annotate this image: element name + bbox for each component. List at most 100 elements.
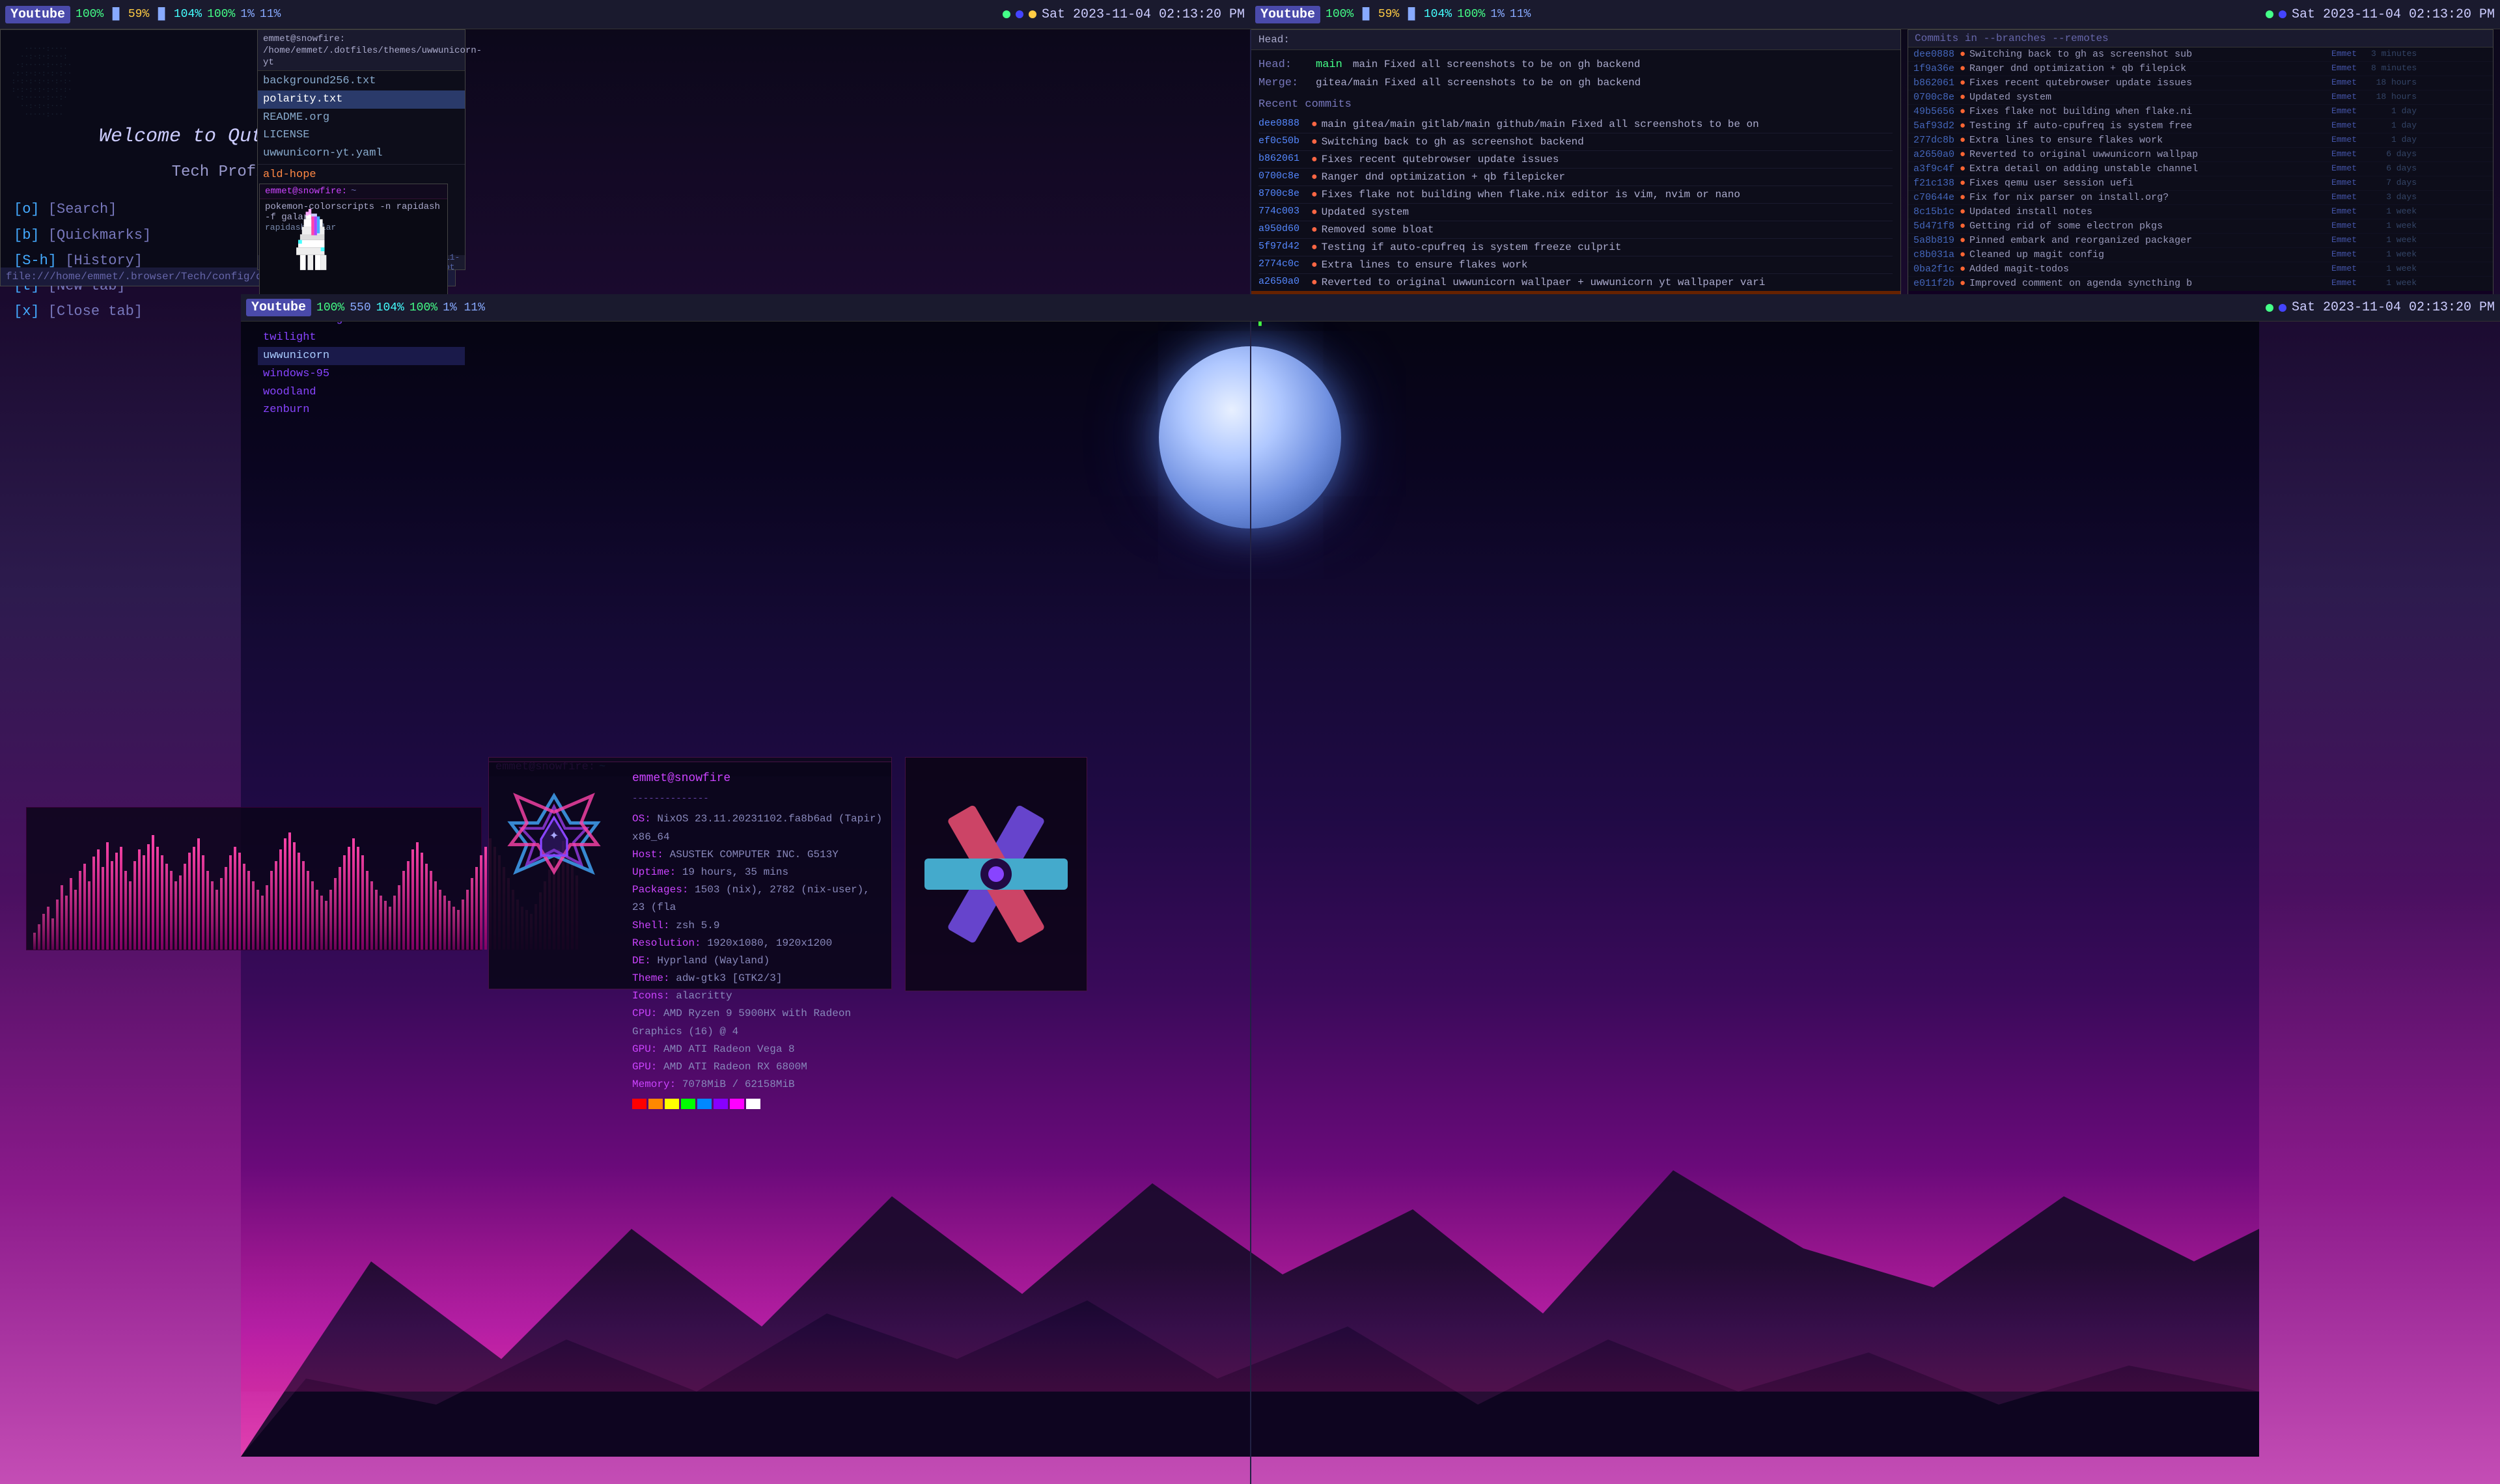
color-block-6 bbox=[714, 1099, 728, 1109]
waveform-bar-66 bbox=[334, 878, 337, 950]
stat-net: 100% bbox=[207, 8, 235, 21]
waveform-bar-48 bbox=[252, 881, 255, 950]
dir-windows95[interactable]: windows-95 bbox=[258, 365, 465, 383]
magit-commit-2: 1f9a36e ● Ranger dnd optimization + qb f… bbox=[1908, 62, 2493, 76]
hypr-logo-window bbox=[905, 757, 1087, 991]
topbar-right-right: Sat 2023-11-04 02:13:20 PM bbox=[2266, 7, 2495, 22]
tag-youtube-right[interactable]: Youtube bbox=[1255, 6, 1320, 23]
magit-commit-11: c70644e ● Fix for nix parser on install.… bbox=[1908, 191, 2493, 205]
filebrowser-path: emmet@snowfire: /home/emmet/.dotfiles/th… bbox=[263, 34, 482, 68]
topbar-right: Youtube 100% ▐▌ 59% ▐▌ 104% 100% 1% 11% … bbox=[1250, 0, 2500, 29]
waveform-bar-35 bbox=[193, 847, 195, 950]
tag-label-right: Youtube bbox=[1260, 7, 1315, 22]
magit-commit-5: 49b5656 ● Fixes flake not building when … bbox=[1908, 105, 2493, 119]
waveform-bar-71 bbox=[357, 847, 359, 950]
indicator-r1 bbox=[2266, 10, 2273, 18]
git-head-label: Head: bbox=[1258, 57, 1311, 74]
git-commit-5: 8700c8e ● Fixes flake not building when … bbox=[1258, 186, 1893, 204]
file-background256[interactable]: background256.txt bbox=[258, 72, 465, 90]
waveform-bar-82 bbox=[407, 861, 410, 950]
waveform-bar-51 bbox=[266, 885, 268, 950]
magit-commit-1: dee0888 ● Switching back to gh as screen… bbox=[1908, 48, 2493, 62]
magit-log-list: dee0888 ● Switching back to gh as screen… bbox=[1908, 48, 2493, 288]
waveform-bar-49 bbox=[257, 890, 259, 950]
waveform-bar-95 bbox=[466, 890, 469, 950]
waveform-bar-39 bbox=[211, 881, 214, 950]
waveform-bar-9 bbox=[74, 890, 77, 950]
neofetch-username: emmet@snowfire bbox=[632, 769, 885, 789]
stat-bar1-r: ▐▌ bbox=[1359, 8, 1373, 21]
file-license[interactable]: LICENSE bbox=[258, 126, 465, 144]
dir-woodland[interactable]: woodland bbox=[258, 383, 465, 402]
waveform-bar-91 bbox=[448, 901, 451, 950]
waveform-bar-1 bbox=[38, 924, 40, 950]
nf-uptime: Uptime: 19 hours, 35 mins bbox=[632, 864, 885, 881]
waveform-bar-6 bbox=[61, 885, 63, 950]
waveform-bar-12 bbox=[88, 881, 90, 950]
git-commit-9: 2774c0c ● Extra lines to ensure flakes w… bbox=[1258, 256, 1893, 274]
waveform-bar-65 bbox=[329, 890, 332, 950]
bottom-topbar-right: Sat 2023-11-04 02:13:20 PM bbox=[2266, 300, 2495, 315]
git-title: Head: bbox=[1251, 30, 1298, 49]
pokemon-sprite bbox=[273, 225, 447, 297]
nf-memory: Memory: 7078MiB / 62158MiB bbox=[632, 1076, 885, 1093]
dir-uwwunicorn[interactable]: uwwunicorn bbox=[258, 347, 465, 365]
waveform-bar-47 bbox=[247, 871, 250, 950]
tag-label-bottom: Youtube bbox=[251, 300, 306, 315]
magit-commit-14: 5a8b819 ● Pinned embark and reorganized … bbox=[1908, 234, 2493, 248]
waveform-bar-22 bbox=[133, 861, 136, 950]
waveform-bar-18 bbox=[115, 853, 118, 950]
clock-left: Sat 2023-11-04 02:13:20 PM bbox=[1042, 7, 1245, 22]
pokemon-titlebar: emmet@snowfire: ~ bbox=[260, 184, 447, 199]
git-titlebar: Head: bbox=[1251, 30, 1900, 50]
stat-bar2: ▐▌ bbox=[154, 8, 169, 21]
tag-youtube-left[interactable]: Youtube bbox=[5, 6, 70, 23]
nf-os: OS: NixOS 23.11.20231102.fa8b6ad (Tapir)… bbox=[632, 810, 885, 845]
waveform-bar-20 bbox=[124, 871, 127, 950]
file-readme[interactable]: README.org bbox=[258, 109, 465, 127]
indicator-b2 bbox=[2279, 304, 2286, 312]
magit-commit-17: e011f2b ● Improved comment on agenda syn… bbox=[1908, 277, 2493, 288]
file-polarity[interactable]: polarity.txt bbox=[258, 90, 465, 109]
magit-log-header: Commits in --branches --remotes bbox=[1908, 30, 2493, 48]
waveform-bar-79 bbox=[393, 896, 396, 950]
stat-bottom-extra: 1% 11% bbox=[443, 301, 485, 314]
nf-gpu2: GPU: AMD ATI Radeon RX 6800M bbox=[632, 1058, 885, 1076]
magit-commit-7: 277dc8b ● Extra lines to ensure flakes w… bbox=[1908, 133, 2493, 148]
waveform-bar-43 bbox=[229, 855, 232, 950]
dir-zenburn[interactable]: zenburn bbox=[258, 401, 465, 419]
dir-twilight[interactable]: twilight bbox=[258, 329, 465, 347]
file-uwwunicorn-yaml[interactable]: uwwunicorn-yt.yaml bbox=[258, 144, 465, 163]
dir-ald-hope[interactable]: ald-hope bbox=[258, 166, 465, 184]
waveform-bar-64 bbox=[325, 901, 327, 950]
waveform-bar-92 bbox=[452, 907, 455, 950]
waveform-bar-77 bbox=[384, 901, 387, 950]
waveform-bar-44 bbox=[234, 847, 236, 950]
waveform-bar-78 bbox=[389, 907, 391, 950]
nf-colorblocks bbox=[632, 1099, 885, 1109]
waveform-bar-99 bbox=[484, 847, 487, 950]
stat-bottom-disk: 104% bbox=[376, 301, 404, 314]
neofetch-info: emmet@snowfire -------------- OS: NixOS … bbox=[632, 769, 885, 1109]
filebrowser-header: emmet@snowfire: /home/emmet/.dotfiles/th… bbox=[258, 30, 465, 71]
topbar-left-right: Sat 2023-11-04 02:13:20 PM bbox=[1003, 7, 1245, 22]
tag-youtube-bottom[interactable]: Youtube bbox=[246, 299, 311, 316]
stat-bar2-r: ▐▌ bbox=[1404, 8, 1419, 21]
git-commit-1: dee0888 ● main gitea/main gitlab/main gi… bbox=[1258, 116, 1893, 133]
nf-packages: Packages: 1503 (nix), 2782 (nix-user), 2… bbox=[632, 881, 885, 916]
waveform-bar-36 bbox=[197, 838, 200, 950]
git-merge-value: gitea/main Fixed all screenshots to be o… bbox=[1316, 75, 1641, 92]
waveform-bar-16 bbox=[106, 842, 109, 950]
stat-extra2-r: 11% bbox=[1510, 8, 1531, 21]
waveform-bar-89 bbox=[439, 890, 441, 950]
waveform-bar-40 bbox=[215, 890, 218, 950]
color-block-4 bbox=[681, 1099, 695, 1109]
waveform-bar-50 bbox=[261, 896, 264, 950]
git-head-msg: main Fixed all screenshots to be on gh b… bbox=[1353, 57, 1641, 74]
nf-cpu: CPU: AMD Ryzen 9 5900HX with Radeon Grap… bbox=[632, 1005, 885, 1040]
waveform-bar-52 bbox=[270, 871, 273, 950]
waveform-bar-4 bbox=[51, 918, 54, 950]
waveform-bar-23 bbox=[138, 849, 141, 950]
hyprland-logo-svg bbox=[918, 790, 1074, 959]
git-merge-line: Merge: gitea/main Fixed all screenshots … bbox=[1258, 75, 1893, 92]
